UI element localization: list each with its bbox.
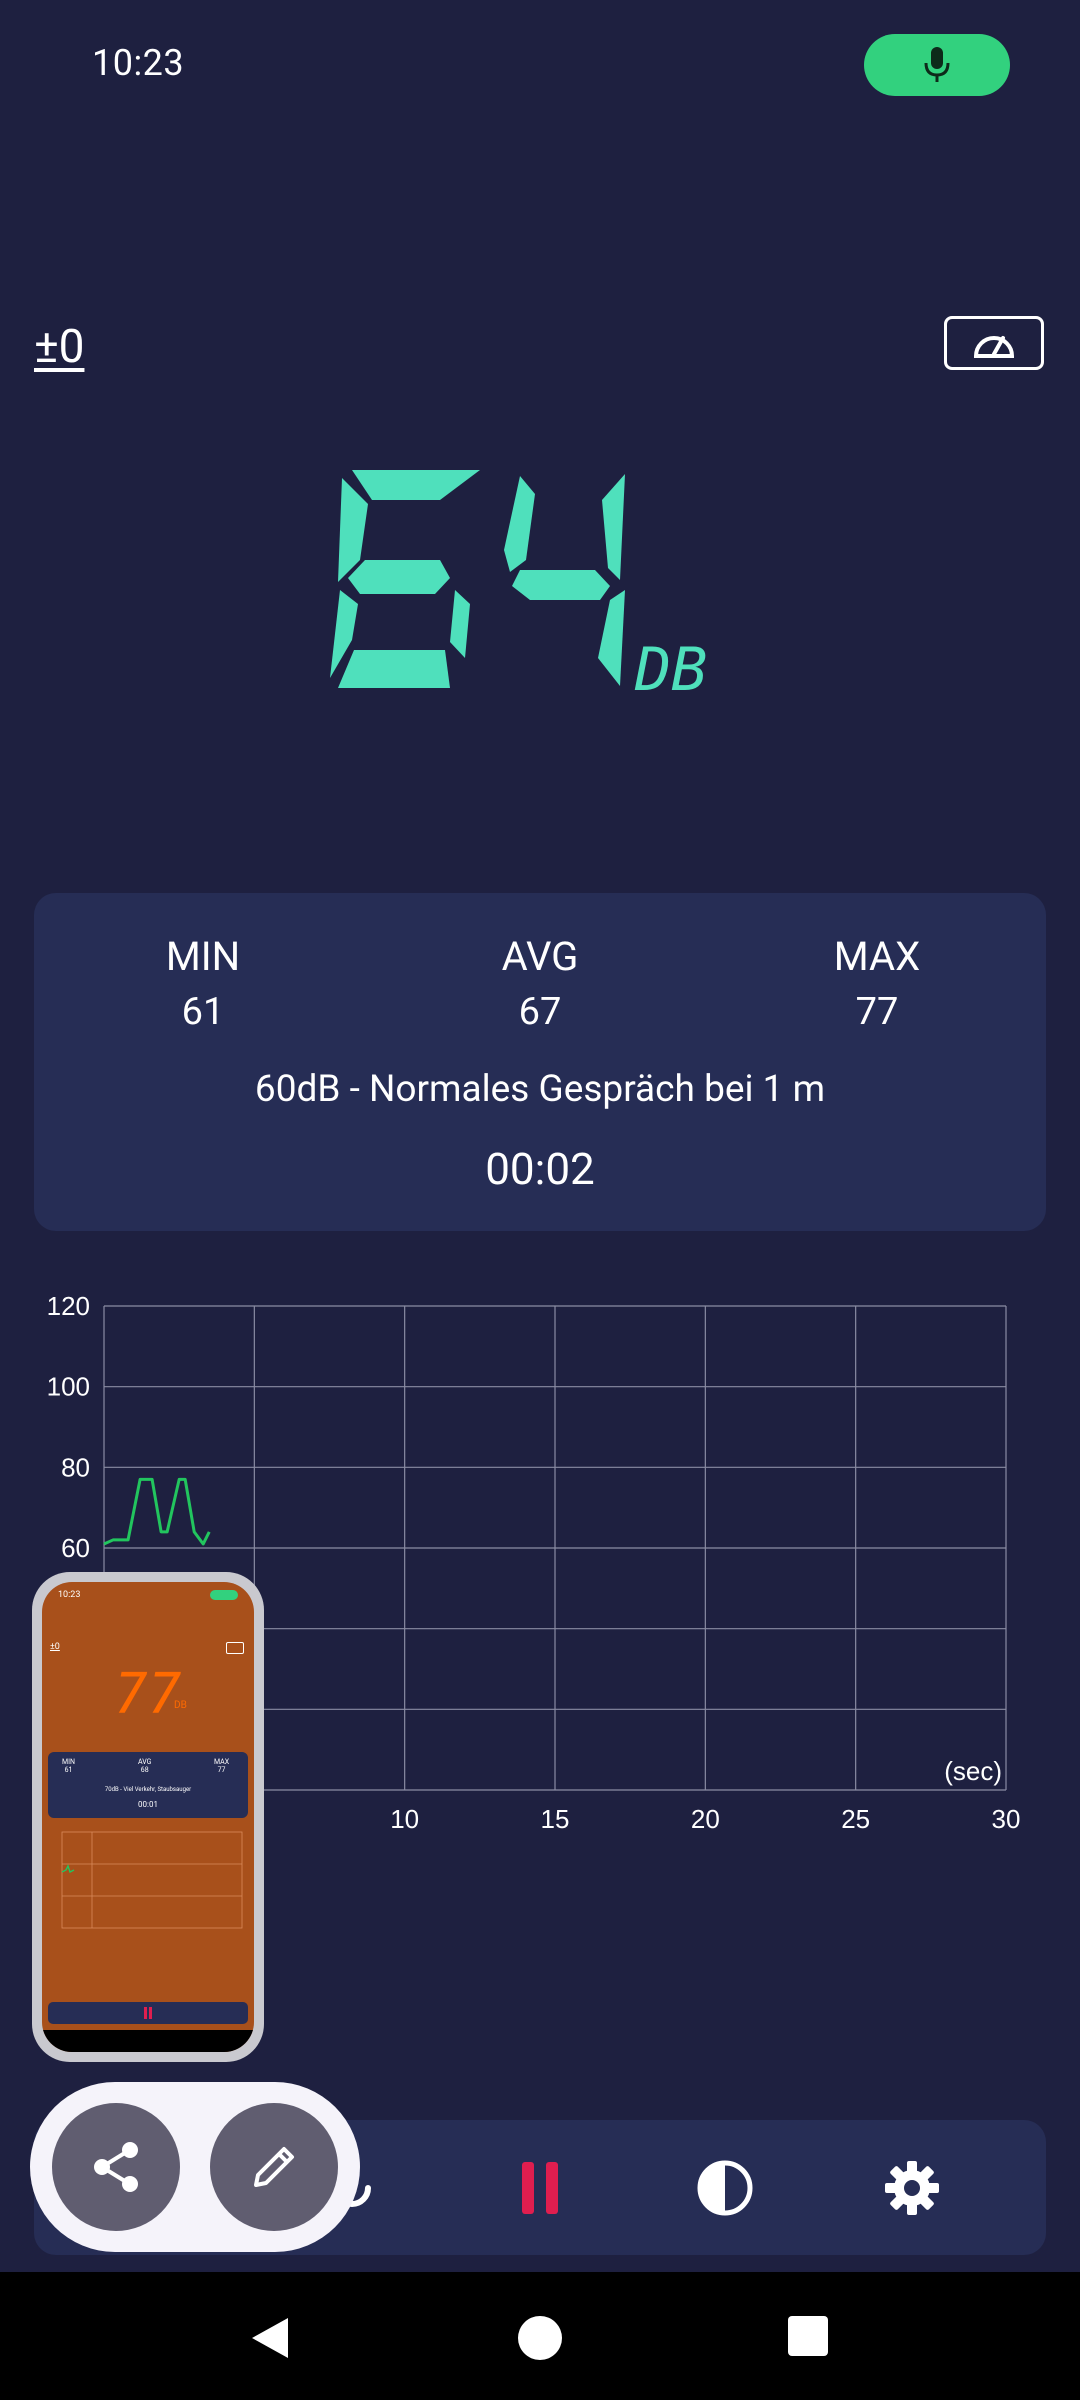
settings-button[interactable]: [862, 2120, 962, 2255]
y-tick-label: 60: [61, 1533, 90, 1563]
pause-button[interactable]: [490, 2120, 590, 2255]
preview-time: 10:23: [58, 1590, 81, 1600]
db-series-line: [103, 1477, 211, 1546]
screenshot-preview[interactable]: 10:23 ±0 77 DB MIN 61 AVG 68 MAX 77 70dB - …: [32, 1572, 264, 2062]
preview-min: MIN 61: [62, 1758, 76, 1774]
preview-description: 70dB - Viel Verkehr, Staubsauger: [104, 1786, 192, 1793]
elapsed-timer: 00:02: [485, 1143, 595, 1195]
contrast-icon: [697, 2160, 753, 2215]
x-tick-label: 15: [541, 1804, 570, 1834]
recents-icon[interactable]: [786, 2314, 830, 2358]
theme-toggle-button[interactable]: [675, 2120, 775, 2255]
avg-label: AVG: [501, 933, 579, 980]
digit-4: [504, 474, 625, 686]
preview-avg: AVG 68: [138, 1758, 152, 1774]
preview-reading: 77: [114, 1662, 182, 1727]
preview-unit: DB: [174, 1700, 187, 1711]
back-icon[interactable]: [246, 2314, 294, 2362]
y-tick-label: 100: [47, 1372, 90, 1402]
preview-gauge-icon: [226, 1642, 244, 1654]
preview-toolbar: [48, 2002, 248, 2024]
system-nav-bar: [0, 2272, 1080, 2400]
y-tick-label: 80: [61, 1452, 90, 1482]
x-tick-label: 10: [390, 1804, 419, 1834]
screenshot-actions: [30, 2082, 360, 2252]
status-time: 10:23: [92, 42, 185, 84]
gear-icon: [885, 2160, 939, 2215]
db-unit: DB: [634, 635, 707, 700]
preview-mic-pill: [210, 1590, 238, 1600]
pause-icon: [522, 2161, 558, 2214]
x-tick-label: 20: [691, 1804, 720, 1834]
preview-chart: [61, 1831, 243, 1929]
meter-mode-button[interactable]: [944, 316, 1044, 370]
calibration-offset[interactable]: ±0: [34, 320, 84, 374]
preview-nav-bar: [42, 2030, 254, 2052]
preview-pause-icon-2: [149, 2007, 152, 2019]
x-axis-label: (sec): [944, 1756, 1002, 1786]
stats-card: MIN 61 AVG 67 MAX 77 60dB - Normales Ges…: [34, 893, 1046, 1231]
mic-icon: [924, 47, 950, 82]
home-icon[interactable]: [516, 2314, 564, 2362]
preview-calibration: ±0: [50, 1642, 60, 1652]
share-button[interactable]: [52, 2103, 180, 2231]
preview-stats-card: MIN 61 AVG 68 MAX 77 70dB - Viel Verkehr, S…: [48, 1752, 248, 1818]
min-value: 61: [181, 990, 225, 1034]
x-tick-label: 25: [841, 1804, 870, 1834]
min-label: MIN: [165, 933, 241, 980]
gauge-icon: [973, 336, 1015, 358]
y-tick-label: 120: [47, 1291, 90, 1321]
edit-button[interactable]: [210, 2103, 338, 2231]
x-tick-label: 30: [992, 1804, 1021, 1834]
screenshot-preview-screen: 10:23 ±0 77 DB MIN 61 AVG 68 MAX 77 70dB - …: [42, 1582, 254, 2052]
preview-pause-icon: [144, 2007, 147, 2019]
digit-6: [330, 470, 480, 688]
mic-indicator: [864, 34, 1010, 96]
edit-icon: [254, 2147, 294, 2187]
db-reading-display: DB: [330, 470, 707, 700]
preview-elapsed: 00:01: [138, 1800, 158, 1809]
max-value: 77: [855, 990, 899, 1034]
share-icon: [94, 2142, 138, 2192]
noise-description: 60dB - Normales Gespräch bei 1 m: [254, 1068, 826, 1111]
avg-value: 67: [518, 990, 562, 1034]
max-label: MAX: [833, 933, 921, 980]
preview-max: MAX 77: [214, 1758, 230, 1774]
